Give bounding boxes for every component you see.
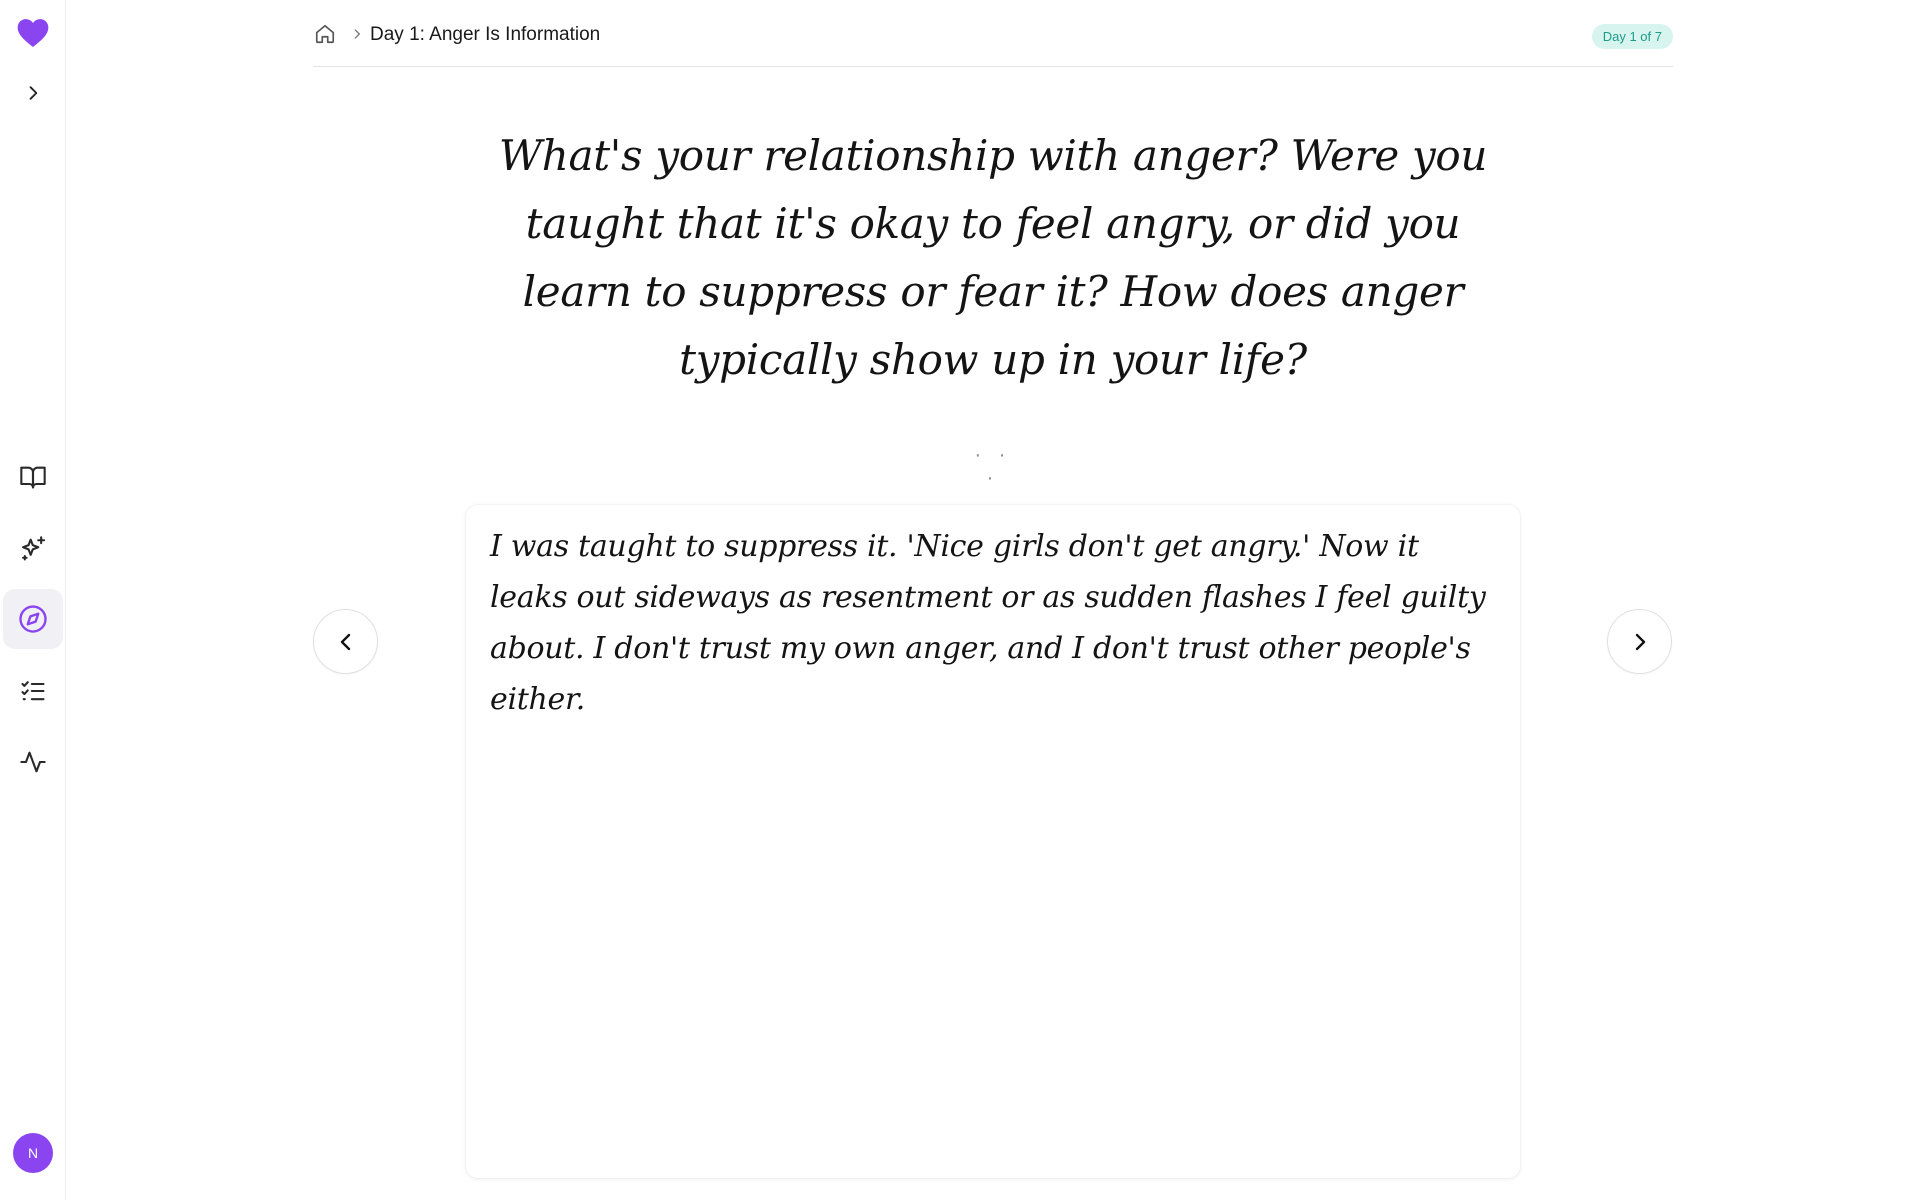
previous-button[interactable]	[313, 609, 378, 674]
expand-sidebar-button[interactable]	[20, 80, 46, 106]
next-button[interactable]	[1607, 609, 1672, 674]
heart-icon[interactable]	[17, 18, 49, 48]
sidebar-item-activity[interactable]	[3, 732, 63, 792]
sidebar-item-explore[interactable]	[3, 589, 63, 649]
home-button[interactable]	[313, 22, 337, 46]
sidebar-item-library[interactable]	[3, 447, 63, 507]
divider: · · ·	[974, 444, 1012, 489]
book-open-icon	[20, 466, 46, 489]
chevron-right-icon	[349, 25, 365, 43]
compass-icon	[19, 605, 47, 633]
sidebar: N	[0, 0, 66, 1200]
list-checks-icon	[21, 681, 45, 701]
sparkles-icon	[22, 536, 46, 561]
chevron-right-icon	[1635, 633, 1645, 650]
journal-entry-text[interactable]: I was taught to suppress it. 'Nice girls…	[490, 521, 1500, 1141]
home-icon	[315, 24, 335, 44]
status-badge: Day 1 of 7	[1591, 24, 1673, 49]
chevron-right-icon	[29, 86, 38, 100]
sidebar-item-checklist[interactable]	[3, 661, 63, 721]
chevron-left-icon	[340, 633, 350, 650]
avatar[interactable]: N	[13, 1133, 53, 1173]
journal-entry-card: I was taught to suppress it. 'Nice girls…	[466, 505, 1520, 1178]
journal-prompt: What's your relationship with anger? Wer…	[498, 131, 1488, 384]
activity-icon	[20, 751, 46, 773]
page-title: Day 1: Anger Is Information	[370, 24, 601, 45]
sidebar-item-sparkles[interactable]	[3, 519, 63, 579]
breadcrumb: Day 1: Anger Is Information Day 1 of 7	[313, 0, 1673, 67]
